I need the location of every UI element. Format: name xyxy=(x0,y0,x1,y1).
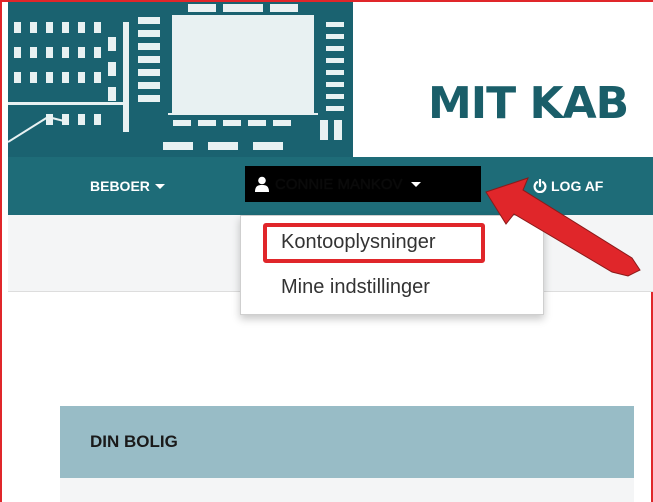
nav-beboer-label: BEBOER xyxy=(90,178,150,194)
menu-item-kontooplysninger[interactable]: Kontooplysninger xyxy=(281,231,436,254)
user-dropdown-menu: Kontooplysninger Mine indstillinger xyxy=(240,215,544,315)
chevron-down-icon xyxy=(410,181,421,187)
menu-item-mine-indstillinger[interactable]: Mine indstillinger xyxy=(281,276,430,299)
brand-title[interactable]: MIT KAB xyxy=(428,78,629,129)
nav-user-menu[interactable]: CONNIE MANKOV xyxy=(245,166,481,202)
chevron-down-icon xyxy=(154,183,165,189)
din-bolig-panel-body xyxy=(60,478,634,502)
logout-label: LOG AF xyxy=(551,178,604,194)
kab-logo[interactable] xyxy=(8,2,353,157)
user-icon xyxy=(255,176,269,192)
user-name-label: CONNIE MANKOV xyxy=(275,175,403,193)
din-bolig-panel-header: DIN BOLIG xyxy=(60,406,634,478)
building-graphic xyxy=(8,2,353,157)
logout-link[interactable]: LOG AF xyxy=(533,157,603,215)
power-icon xyxy=(533,179,547,193)
panel-title: DIN BOLIG xyxy=(90,432,178,451)
nav-beboer-menu[interactable]: BEBOER xyxy=(90,157,165,215)
main-navbar: BEBOER CONNIE MANKOV LOG AF xyxy=(8,157,653,215)
